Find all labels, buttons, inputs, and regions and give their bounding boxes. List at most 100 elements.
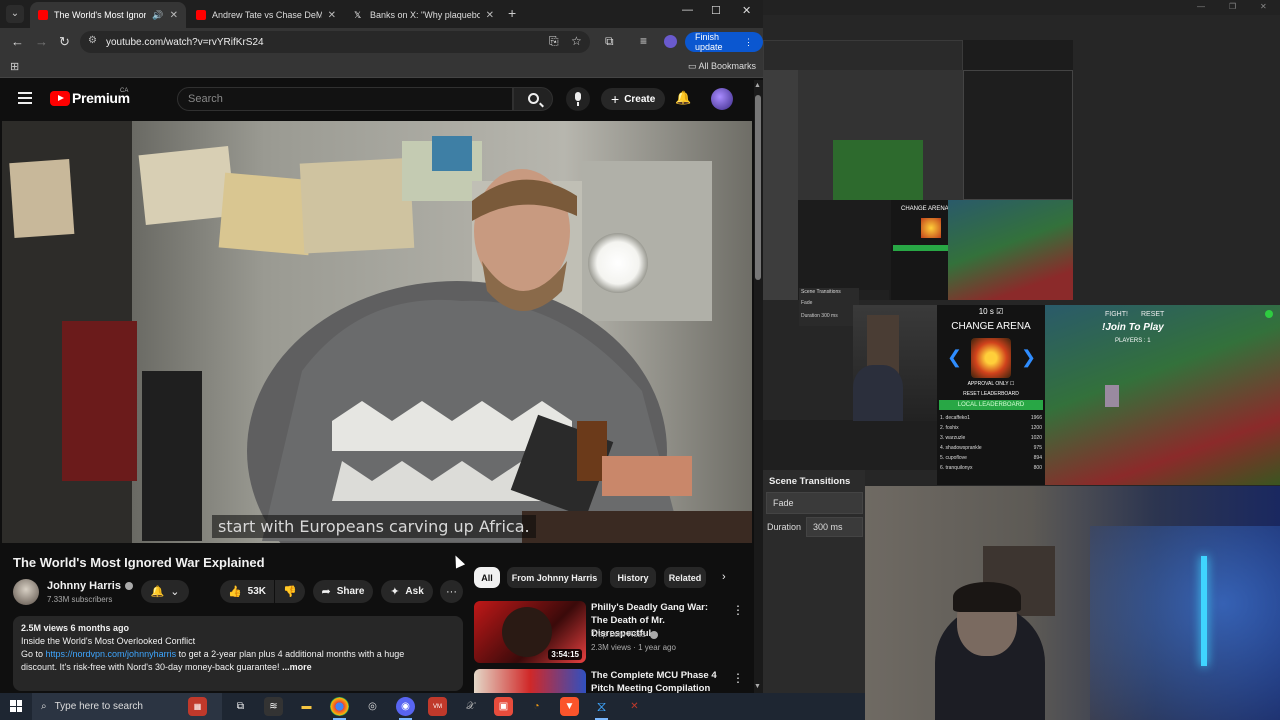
close-window-icon[interactable]: ✕ [1260, 2, 1267, 11]
leaderboard-row: 3. warzuzle 1020 [940, 435, 1042, 441]
recommendation-thumbnail[interactable]: 3:54:15 [474, 601, 586, 663]
voice-search-mic-icon[interactable] [566, 87, 590, 111]
minimize-icon[interactable]: — [1197, 2, 1205, 11]
mouse-cursor-icon [450, 553, 466, 569]
scrollbar-thumb[interactable] [755, 95, 761, 280]
arena-next-arrow-icon[interactable]: ❯ [1021, 347, 1036, 368]
forward-icon[interactable]: → [35, 34, 48, 49]
video-player[interactable]: start with Europeans carving up Africa. [2, 121, 752, 543]
share-arrow-icon: ➦ [321, 586, 331, 598]
subscribed-notifications-button[interactable]: 🔔 ⌄ [141, 580, 189, 603]
task-view-icon[interactable]: ⧉ [231, 697, 250, 716]
obs-icon[interactable]: ◎ [363, 697, 382, 716]
brave-icon[interactable]: ▼ [560, 697, 579, 716]
speaker-icon[interactable]: 🔊 [152, 10, 163, 21]
profile-avatar[interactable] [664, 35, 677, 48]
chip-related[interactable]: Related [664, 567, 706, 588]
reset-button[interactable]: RESET [1141, 311, 1164, 318]
nested-duration-value: 300 ms [821, 313, 838, 319]
minimize-icon[interactable]: — [682, 4, 693, 16]
install-icon[interactable]: ⎘ [549, 34, 559, 49]
tab-close-icon[interactable]: ✕ [170, 10, 178, 21]
maximize-icon[interactable]: ❐ [1229, 2, 1236, 11]
maximize-icon[interactable]: ☐ [711, 4, 721, 17]
kebab-menu-icon[interactable]: ⋮ [732, 671, 744, 685]
new-tab-icon[interactable]: + [508, 5, 516, 21]
fight-button[interactable]: FIGHT! [1105, 311, 1128, 318]
all-bookmarks-button[interactable]: ▭ All Bookmarks [688, 61, 756, 72]
tab-close-icon[interactable]: ✕ [486, 10, 494, 21]
transition-select[interactable]: Fade [766, 492, 863, 514]
file-explorer-icon[interactable]: ▬ [297, 697, 316, 716]
channel-name[interactable]: Johnny Harris [47, 580, 133, 592]
finish-update-button[interactable]: Finish update ⋮ [685, 32, 763, 52]
notifications-bell-icon[interactable]: 🔔 [675, 90, 691, 106]
create-button[interactable]: + Create [601, 88, 666, 110]
bookmarks-bar: ⊞ ▭ All Bookmarks [0, 56, 763, 78]
tab-search-button[interactable]: ⌄ [6, 5, 24, 23]
voicemeeter-icon[interactable]: VM [428, 697, 447, 716]
search-button[interactable] [513, 87, 553, 111]
bookmark-star-icon[interactable]: ☆ [571, 34, 582, 48]
media-control-icon[interactable]: ≡ [640, 34, 647, 48]
arena-prev-arrow-icon[interactable]: ❮ [947, 347, 962, 368]
windows-start-icon[interactable] [10, 700, 22, 712]
chips-next-chevron-icon[interactable]: › [722, 571, 726, 583]
video-description[interactable]: 2.5M views 6 months ago Inside the World… [13, 616, 463, 691]
tab-close-icon[interactable]: ✕ [328, 10, 336, 21]
chip-all[interactable]: All [474, 567, 500, 588]
site-info-icon[interactable]: ⚙ [88, 35, 97, 46]
share-button[interactable]: ➦ Share [313, 580, 373, 603]
more-actions-button[interactable]: ··· [440, 580, 463, 603]
chrome-icon[interactable] [330, 697, 349, 720]
nested-duration: Duration 300 ms [801, 313, 838, 319]
sponsor-link[interactable]: https://nordvpn.com/johnnyharris [46, 649, 177, 659]
tab-youtube-active[interactable]: The World's Most Ignored V 🔊 ✕ [30, 2, 186, 28]
like-button[interactable]: 👍 53K [220, 580, 274, 603]
recommendation-item[interactable]: 3:54:15 Philly's Deadly Gang War: The De… [474, 601, 754, 665]
approval-only-toggle[interactable]: APPROVAL ONLY ☐ [937, 381, 1045, 387]
scroll-up-icon[interactable]: ▲ [754, 82, 761, 89]
reload-icon[interactable]: ↻ [59, 34, 70, 50]
youtube-logo-icon[interactable] [50, 91, 70, 106]
recommendation-item[interactable]: The Complete MCU Phase 4 Pitch Meeting C… [474, 669, 754, 693]
blender-icon[interactable]: ◔ [527, 697, 546, 716]
extensions-icon[interactable]: ⧉ [605, 34, 614, 49]
app-icon[interactable]: ▣ [494, 697, 513, 716]
player-name: 2. foshix [940, 425, 959, 431]
vscode-icon[interactable]: ⧖ [592, 697, 611, 720]
app-icon[interactable]: 𝒳 [461, 697, 480, 716]
scroll-down-icon[interactable]: ▼ [754, 683, 761, 690]
nested-leaderboard [893, 245, 953, 251]
tab-x-banks[interactable]: 𝕏 Banks on X: "Why plaqueboym ✕ [346, 2, 502, 28]
calendar-widget-icon[interactable]: ▦ [188, 697, 207, 716]
show-more-link[interactable]: ...more [282, 662, 312, 672]
apps-grid-icon[interactable]: ⊞ [10, 60, 19, 73]
recommendation-thumbnail[interactable] [474, 669, 586, 693]
reset-leaderboard-button[interactable]: RESET LEADERBOARD [937, 391, 1045, 397]
ask-button[interactable]: ✦ Ask [381, 580, 433, 603]
tab-andrew-tate[interactable]: Andrew Tate vs Chase DeMoor ✕ [188, 2, 344, 28]
kebab-menu-icon[interactable]: ⋮ [732, 603, 744, 617]
checkbox-icon[interactable]: ☑ [996, 307, 1003, 316]
account-avatar[interactable] [711, 88, 733, 110]
leaderboard-row: 5. cupoflove 894 [940, 455, 1042, 461]
recommendation-title[interactable]: The Complete MCU Phase 4 Pitch Meeting C… [591, 669, 721, 693]
back-icon[interactable]: ← [11, 34, 24, 49]
windows-taskbar: ⌕ Type here to search ▦ ⧉ ≋ ▬ ◎ ◉ VM 𝒳 ▣… [0, 693, 865, 720]
chip-history[interactable]: History [610, 567, 656, 588]
discord-icon[interactable]: ◉ [396, 697, 415, 720]
chip-from-channel[interactable]: From Johnny Harris [507, 567, 602, 588]
search-input[interactable]: Search [177, 87, 513, 111]
channel-avatar[interactable] [13, 579, 39, 605]
leaderboard-row: 4. shadowsprankle 975 [940, 445, 1042, 451]
address-bar[interactable]: ⚙ youtube.com/watch?v=rvYRifKrS24 [80, 31, 590, 53]
verified-check-icon [124, 582, 133, 591]
app-icon[interactable]: ≋ [264, 697, 283, 716]
duration-input[interactable]: 300 ms [806, 517, 863, 537]
dislike-button[interactable]: 👎 [275, 580, 305, 603]
close-window-icon[interactable]: ✕ [742, 4, 751, 17]
app-icon[interactable]: ✕ [625, 697, 644, 716]
hamburger-menu-icon[interactable] [18, 92, 32, 104]
description-text: Go to [21, 649, 46, 659]
